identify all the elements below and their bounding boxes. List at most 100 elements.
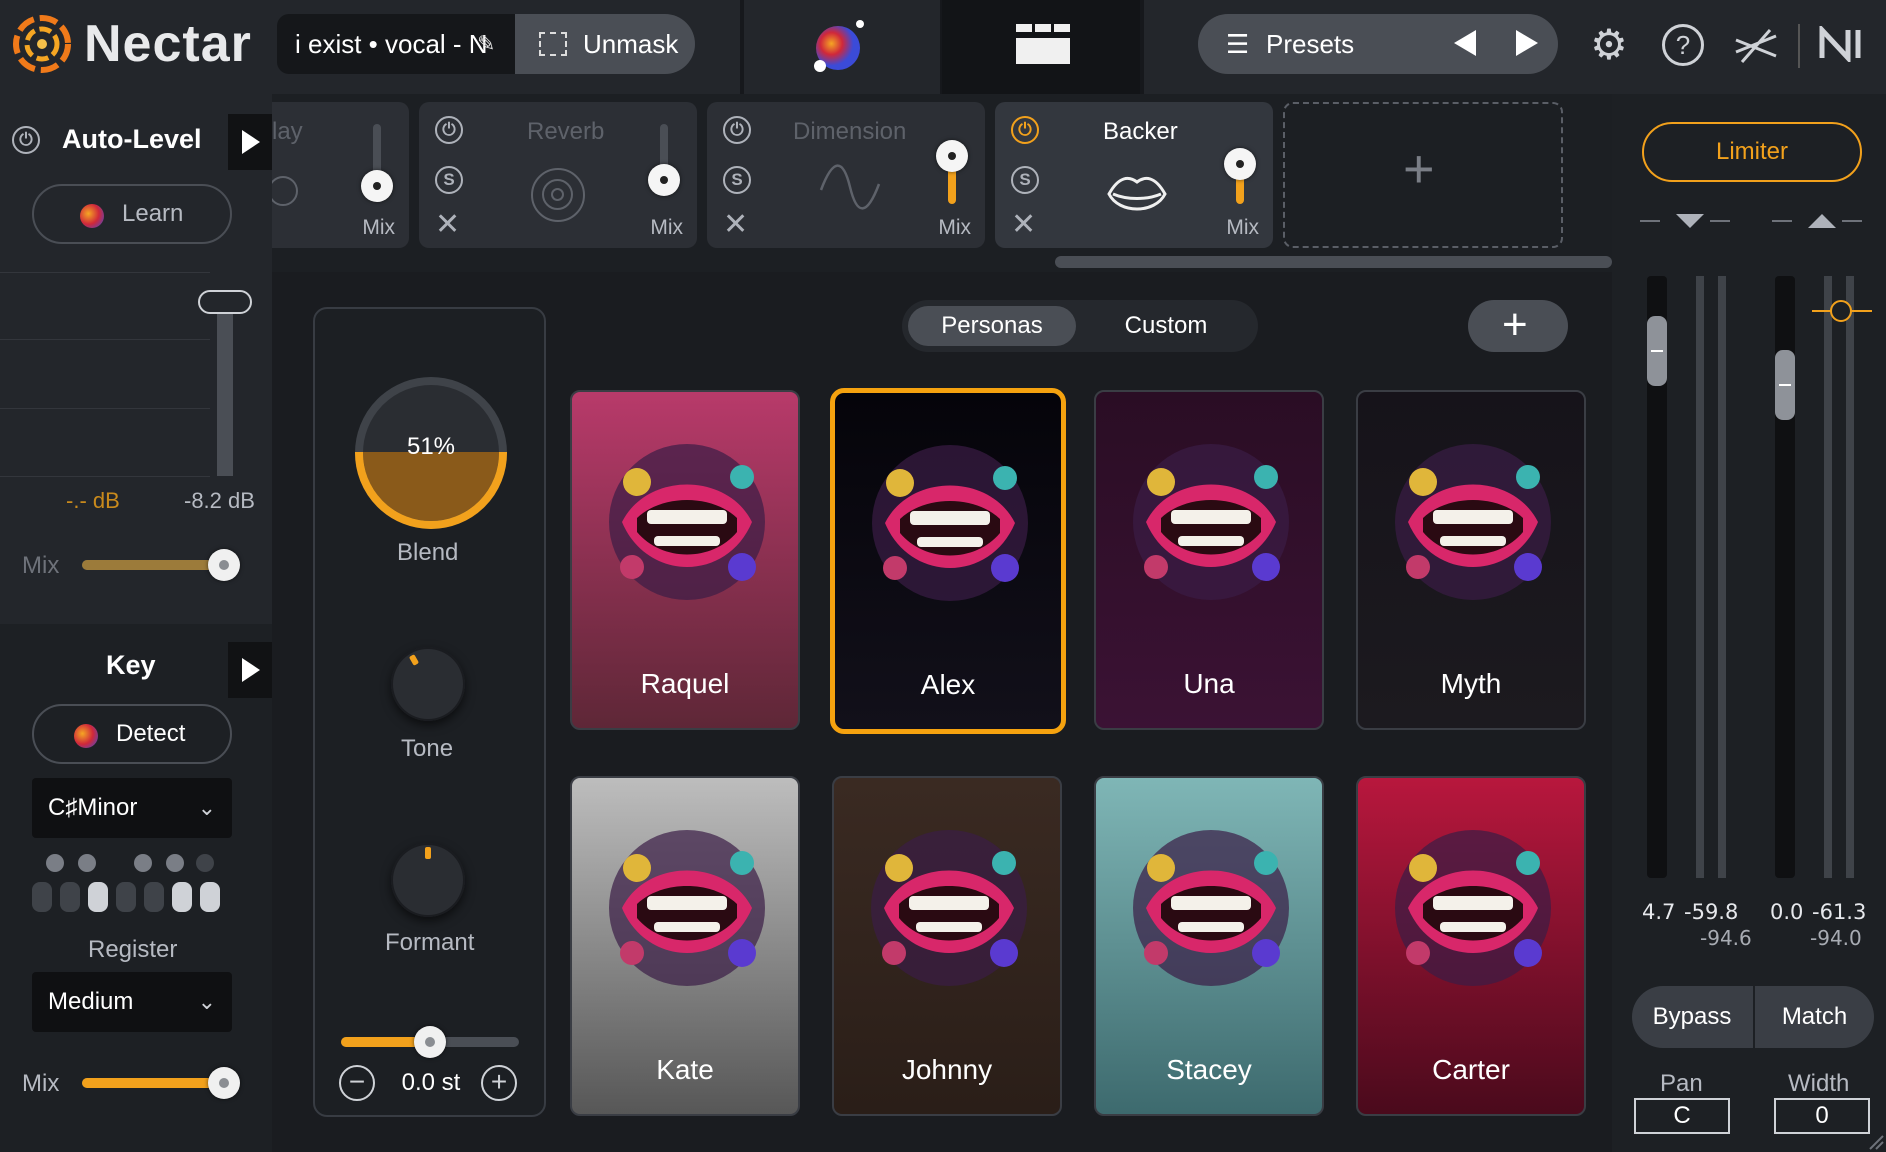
target-level-thumb[interactable] (198, 290, 252, 314)
presets-label: Presets (1266, 29, 1355, 59)
tab-personas[interactable]: Personas (908, 306, 1076, 346)
unmask-label: Unmask (583, 29, 679, 59)
close-icon[interactable]: ✕ (435, 210, 460, 240)
ni-logo-icon[interactable] (1818, 23, 1870, 65)
mix-slider-thumb[interactable] (361, 170, 393, 202)
chevron-down-icon: ⌄ (197, 795, 216, 820)
solo-icon[interactable]: S (1011, 166, 1039, 194)
auto-level-mix-slider[interactable] (82, 549, 240, 581)
mix-slider-thumb[interactable] (1224, 148, 1256, 180)
assistant-orb-icon[interactable] (808, 16, 868, 76)
unmask-button[interactable]: Unmask (515, 14, 695, 74)
app-title: Nectar (84, 15, 252, 73)
power-icon[interactable]: ⏻ (1011, 116, 1039, 144)
width-value: 0 (1815, 1102, 1829, 1129)
learn-label: Learn (122, 200, 184, 227)
module-reverb[interactable]: ⏻ S ✕ Reverb Mix (419, 102, 697, 248)
pitch-slider[interactable] (341, 1026, 519, 1058)
preset-name-field[interactable]: i exist • vocal - N ✎ (277, 14, 515, 74)
module-dimension[interactable]: ⏻ S ✕ Dimension Mix (707, 102, 985, 248)
close-icon[interactable]: ✕ (1011, 210, 1036, 240)
formant-knob[interactable] (391, 843, 465, 917)
next-preset-icon[interactable] (1516, 30, 1538, 56)
width-field[interactable]: 0 (1774, 1098, 1870, 1134)
pan-value: C (1673, 1102, 1691, 1129)
persona-card-stacey[interactable]: Stacey (1094, 776, 1324, 1116)
module-backer[interactable]: ⏻ S ✕ Backer Mix (995, 102, 1273, 248)
pitch-decrement-button[interactable]: − (339, 1065, 375, 1101)
solo-icon[interactable]: S (723, 166, 751, 194)
target-level-slider[interactable] (217, 290, 233, 476)
auto-level-power-icon[interactable]: ⏻ (12, 126, 40, 154)
persona-card-una[interactable]: Una (1094, 390, 1324, 730)
module-scrollbar[interactable] (1055, 256, 1612, 268)
tab-custom-label: Custom (1124, 312, 1208, 339)
help-icon[interactable]: ? (1662, 24, 1704, 66)
mouth-art-icon (854, 818, 1044, 998)
key-mix-slider[interactable] (82, 1067, 240, 1099)
input-gain-thumb[interactable] (1647, 316, 1667, 386)
persona-name: Alex (920, 669, 976, 700)
tab-personas-label: Personas (941, 312, 1043, 339)
divider (1798, 24, 1800, 68)
detect-button[interactable]: Detect (32, 704, 232, 764)
register-dropdown[interactable]: Medium ⌄ (32, 972, 232, 1032)
input-meter-right (1718, 276, 1726, 878)
layout-view-icon[interactable] (942, 0, 1142, 94)
nectar-window: Nectar i exist • vocal - N ✎ Unmask ☰ Pr… (0, 0, 1886, 1152)
persona-card-carter[interactable]: Carter (1356, 776, 1586, 1116)
mouth-art-icon (1116, 818, 1306, 998)
limiter-button[interactable]: Limiter (1642, 122, 1862, 182)
mix-slider-thumb[interactable] (648, 164, 680, 196)
output-rms2-value: -94.0 (1810, 926, 1862, 950)
input-meter-left (1696, 276, 1704, 878)
lips-icon (1107, 172, 1167, 216)
pitch-increment-button[interactable]: + (481, 1065, 517, 1101)
input-peak-value: 4.7 (1642, 900, 1676, 924)
persona-card-alex[interactable]: Alex (830, 388, 1066, 734)
power-icon[interactable]: ⏻ (435, 116, 463, 144)
mix-slider-thumb[interactable] (936, 140, 968, 172)
solo-icon[interactable]: S (435, 166, 463, 194)
tone-label: Tone (401, 735, 454, 762)
key-mix-thumb[interactable] (208, 1067, 240, 1099)
power-icon[interactable]: ⏻ (723, 116, 751, 144)
learn-button[interactable]: Learn (32, 184, 232, 244)
signal-chain-icon[interactable] (1732, 22, 1780, 70)
persona-card-raquel[interactable]: Raquel (570, 390, 800, 730)
blend-value: 51% (406, 433, 456, 460)
auto-level-mix-thumb[interactable] (208, 549, 240, 581)
play-icon (242, 658, 260, 682)
pencil-icon[interactable]: ✎ (477, 14, 495, 74)
dimension-wave-icon (819, 162, 881, 212)
add-module-button[interactable]: + (1283, 102, 1563, 248)
gain-db-readout: -8.2 dB (184, 488, 255, 513)
delay-icon (268, 176, 298, 206)
resize-handle-icon[interactable] (1868, 1134, 1884, 1150)
add-persona-button[interactable]: + (1468, 300, 1568, 352)
mouth-art-icon (1116, 432, 1306, 612)
plus-icon: + (1502, 300, 1528, 349)
output-gain-thumb[interactable] (1775, 350, 1795, 420)
persona-card-myth[interactable]: Myth (1356, 390, 1586, 730)
previous-preset-icon[interactable] (1454, 30, 1476, 56)
presets-button[interactable]: ☰ Presets (1198, 14, 1558, 74)
persona-card-kate[interactable]: Kate (570, 776, 800, 1116)
pitch-slider-thumb[interactable] (414, 1026, 446, 1058)
persona-card-johnny[interactable]: Johnny (832, 776, 1062, 1116)
bypass-button[interactable]: Bypass (1632, 986, 1752, 1048)
close-icon[interactable]: ✕ (723, 210, 748, 240)
pan-field[interactable]: C (1634, 1098, 1730, 1134)
auto-level-expand-button[interactable] (228, 114, 272, 170)
module-delay[interactable]: lay Mix (268, 102, 409, 248)
tab-custom[interactable]: Custom (1082, 306, 1250, 346)
match-button[interactable]: Match (1755, 986, 1874, 1048)
key-dropdown[interactable]: C♯Minor ⌄ (32, 778, 232, 838)
persona-name: Kate (656, 1054, 714, 1085)
tone-knob[interactable] (391, 647, 465, 721)
persona-name: Raquel (640, 668, 730, 699)
ceiling-thumb[interactable] (1830, 300, 1852, 322)
blend-knob[interactable]: 51% (351, 373, 511, 533)
key-expand-button[interactable] (228, 642, 272, 698)
gear-icon[interactable]: ⚙ (1586, 22, 1632, 68)
